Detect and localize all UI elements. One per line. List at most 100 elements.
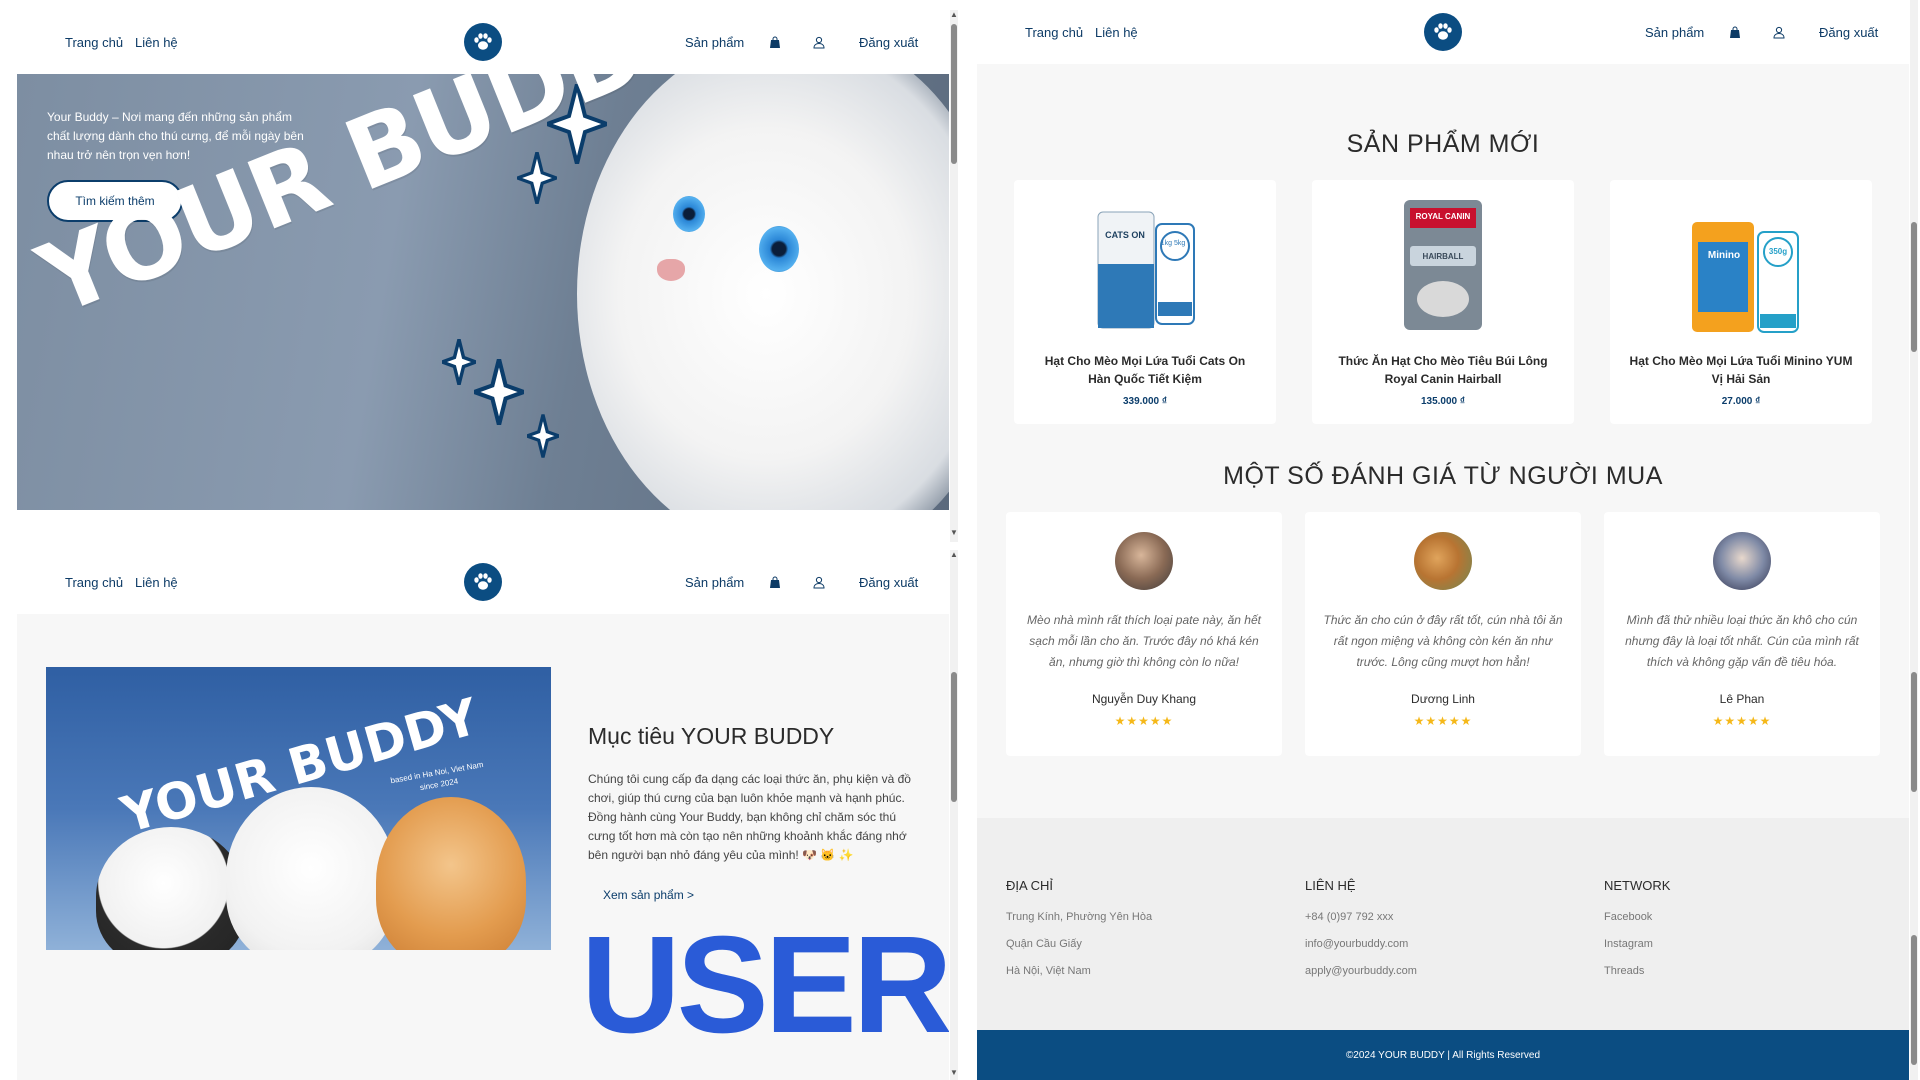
nav-products-link[interactable]: Sản phẩm	[1645, 25, 1704, 40]
sparkle-icon	[474, 359, 524, 425]
shopping-bag-icon[interactable]	[767, 574, 783, 590]
nav-products-link[interactable]: Sản phẩm	[685, 575, 744, 590]
copyright-text: ©2024 YOUR BUDDY | All Rights Reserved	[1345, 1049, 1541, 1061]
paw-logo-icon[interactable]	[464, 23, 502, 61]
product-name[interactable]: Hạt Cho Mèo Mọi Lứa Tuổi Minino YUM Vị H…	[1628, 352, 1854, 388]
sparkle-icon	[527, 414, 559, 458]
footer-phone[interactable]: +84 (0)97 792 xxx	[1305, 911, 1417, 923]
nav-logout-link[interactable]: Đăng xuất	[1819, 25, 1878, 40]
footer-address: ĐỊA CHỈ Trung Kính, Phường Yên Hòa Quận …	[1006, 878, 1152, 992]
hero-banner: Your Buddy – Nơi mang đến những sản phẩm…	[17, 74, 949, 510]
footer-address-line: Quận Cầu Giấy	[1006, 938, 1082, 950]
paw-logo-icon[interactable]	[464, 563, 502, 601]
footer-network-title: NETWORK	[1604, 878, 1671, 893]
view-products-link[interactable]: Xem sản phẩm >	[603, 888, 694, 902]
footer-contact: LIÊN HỆ +84 (0)97 792 xxx info@yourbuddy…	[1305, 878, 1417, 992]
shopping-bag-icon[interactable]	[1727, 24, 1743, 40]
footer-link-threads[interactable]: Threads	[1604, 965, 1670, 977]
nav-home-link[interactable]: Trang chủ	[65, 35, 123, 50]
footer-contact-title: LIÊN HỆ	[1305, 878, 1356, 893]
footer-link-instagram[interactable]: Instagram	[1604, 938, 1670, 950]
scroll-thumb[interactable]	[1911, 672, 1917, 792]
user-label: USER	[581, 908, 949, 1062]
scroll-up-arrow-icon[interactable]: ▲	[950, 550, 958, 560]
about-heading: Mục tiêu YOUR BUDDY	[588, 723, 835, 749]
product-card[interactable]: ROYAL CANIN HAIRBALL Thức Ăn Hạt Cho Mèo…	[1312, 180, 1574, 424]
scroll-down-arrow-icon[interactable]: ▼	[950, 528, 958, 538]
product-price: 27.000 ₫	[1721, 396, 1761, 407]
nav-home-link[interactable]: Trang chủ	[65, 575, 123, 590]
user-icon[interactable]	[1771, 24, 1787, 40]
pane-about: Trang chủ Liên hệ Sản phẩm Đăng xuất YOU…	[17, 550, 949, 1080]
footer-link-facebook[interactable]: Facebook	[1604, 911, 1670, 923]
reviewer-name: Nguyễn Duy Khang	[1091, 692, 1197, 706]
scroll-thumb[interactable]	[1911, 222, 1917, 352]
sparkle-icon	[517, 152, 557, 204]
shopping-bag-icon[interactable]	[767, 34, 783, 50]
nav-home-link[interactable]: Trang chủ	[1025, 25, 1083, 40]
user-icon[interactable]	[811, 34, 827, 50]
reviewer-name: Lê Phan	[1719, 692, 1765, 706]
avatar	[1414, 532, 1472, 590]
nav-logout-link[interactable]: Đăng xuất	[859, 575, 918, 590]
scroll-down-arrow-icon[interactable]: ▼	[950, 1068, 958, 1078]
scrollbar-pane-about[interactable]: ▲ ▼	[950, 550, 958, 1080]
nav-logout-link[interactable]: Đăng xuất	[859, 35, 918, 50]
product-image	[1692, 222, 1799, 333]
review-card: Mèo nhà mình rất thích loại pate này, ăn…	[1006, 512, 1282, 756]
scrollbar-pane-hero[interactable]: ▲ ▼	[950, 10, 958, 542]
product-name[interactable]: Hạt Cho Mèo Mọi Lứa Tuổi Cats On Hàn Quố…	[1032, 352, 1258, 388]
review-text: Thức ăn cho cún ở đây rất tốt, cún nhà t…	[1323, 613, 1563, 669]
reviews-title: MỘT SỐ ĐÁNH GIÁ TỪ NGƯỜI MUA	[1223, 462, 1663, 490]
sparkle-icon	[442, 339, 476, 385]
cat-eye-right	[759, 226, 799, 272]
cat-nose	[657, 259, 685, 281]
product-price: 339.000 ₫	[1122, 396, 1168, 407]
rating-stars: ★★★★★	[1712, 714, 1772, 728]
product-pack-label: CATS ON	[1105, 230, 1145, 240]
avatar	[1115, 532, 1173, 590]
scroll-up-arrow-icon[interactable]: ▲	[950, 10, 958, 20]
product-card[interactable]: CATS ON 1kg 5kg Hạt Cho Mèo Mọi Lứa Tuổi…	[1014, 180, 1276, 424]
pane-hero: Trang chủ Liên hệ Sản phẩm Đăng xuất You…	[17, 10, 949, 510]
pane-shop: Trang chủ Liên hệ Sản phẩm Đăng xuất SẢN…	[977, 0, 1909, 1080]
review-card: Mình đã thử nhiều loại thức ăn khô cho c…	[1604, 512, 1880, 756]
nav-contact-link[interactable]: Liên hệ	[135, 35, 178, 50]
scrollbar-pane-shop[interactable]	[1910, 0, 1918, 1080]
nav-contact-link[interactable]: Liên hệ	[135, 575, 178, 590]
review-card: Thức ăn cho cún ở đây rất tốt, cún nhà t…	[1305, 512, 1581, 756]
product-badge: HAIRBALL	[1422, 252, 1464, 261]
scroll-thumb[interactable]	[1911, 935, 1917, 1065]
product-pack-label: ROYAL CANIN	[1415, 212, 1471, 221]
footer-address-line: Hà Nội, Việt Nam	[1006, 965, 1091, 977]
user-icon[interactable]	[811, 574, 827, 590]
footer-address-line: Trung Kính, Phường Yên Hòa	[1006, 911, 1153, 923]
scroll-thumb[interactable]	[951, 672, 957, 802]
product-badge: 1kg 5kg	[1160, 240, 1186, 247]
product-card[interactable]: Minino 350g Hạt Cho Mèo Mọi Lứa Tuổi Min…	[1610, 180, 1872, 424]
cat-photo	[577, 74, 949, 510]
footer-network: NETWORK Facebook Instagram Threads	[1604, 878, 1670, 992]
about-body: Chúng tôi cung cấp đa dạng các loại thức…	[588, 772, 911, 862]
navbar: Trang chủ Liên hệ Sản phẩm Đăng xuất	[977, 0, 1909, 64]
cat-eye-left	[673, 196, 705, 232]
about-banner-image: YOUR BUDDY based in Ha Noi, Viet Nam sin…	[46, 667, 551, 950]
paw-logo-icon[interactable]	[1424, 13, 1462, 51]
scroll-thumb[interactable]	[951, 24, 957, 164]
reviewer-name: Dương Linh	[1411, 692, 1475, 706]
copyright-bar: ©2024 YOUR BUDDY | All Rights Reserved	[977, 1030, 1909, 1080]
product-name[interactable]: Thức Ăn Hạt Cho Mèo Tiêu Búi Lông Royal …	[1330, 352, 1556, 388]
footer-email-info[interactable]: info@yourbuddy.com	[1305, 938, 1417, 950]
navbar: Trang chủ Liên hệ Sản phẩm Đăng xuất	[17, 550, 949, 614]
nav-products-link[interactable]: Sản phẩm	[685, 35, 744, 50]
cat-white-black	[96, 827, 246, 950]
nav-contact-link[interactable]: Liên hệ	[1095, 25, 1138, 40]
footer: ĐỊA CHỈ Trung Kính, Phường Yên Hòa Quận …	[977, 818, 1909, 1030]
cat-orange	[376, 797, 526, 950]
product-image	[1097, 211, 1195, 329]
avatar	[1713, 532, 1771, 590]
footer-email-apply[interactable]: apply@yourbuddy.com	[1305, 965, 1417, 977]
navbar: Trang chủ Liên hệ Sản phẩm Đăng xuất	[17, 10, 949, 74]
product-badge: 350g	[1768, 247, 1788, 256]
review-text: Mèo nhà mình rất thích loại pate này, ăn…	[1027, 613, 1261, 669]
